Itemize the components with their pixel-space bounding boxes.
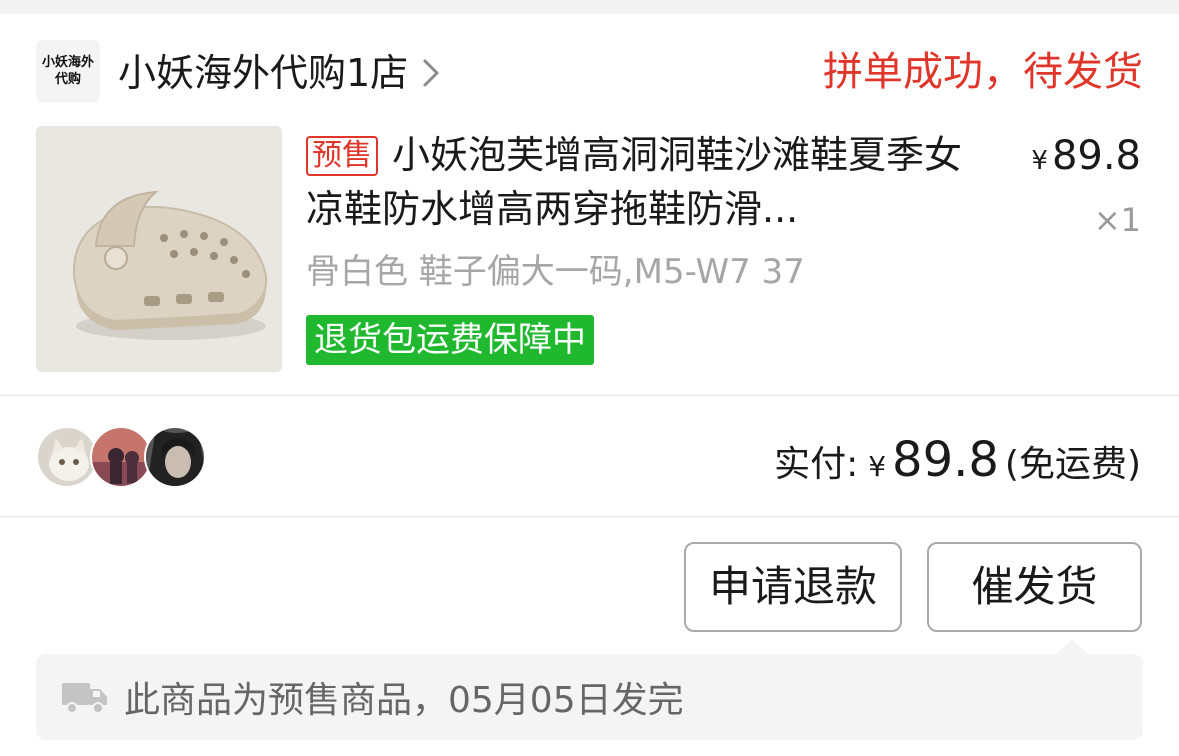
clog-shoe-icon [36, 126, 282, 372]
shop-link[interactable]: 小妖海外代购1店 [118, 50, 440, 96]
chevron-right-icon [423, 59, 439, 87]
price-value: 89.8 [1051, 133, 1141, 179]
silhouette-avatar-icon [92, 428, 150, 486]
avatar [36, 426, 98, 488]
product-title[interactable]: 预售 小妖泡芙增高洞洞鞋沙滩鞋夏季女凉鞋防水增高两穿拖鞋防滑... [306, 128, 986, 236]
order-status: 拼单成功，待发货 [823, 49, 1143, 95]
price-currency: ¥ [1031, 146, 1048, 176]
urge-shipping-button[interactable]: 催发货 [927, 542, 1142, 632]
divider [0, 516, 1179, 517]
group-buyer-avatars[interactable] [36, 426, 206, 488]
order-card: 小妖海外代购 小妖海外代购1店 拼单成功，待发货 预售 小妖泡芙增高洞洞鞋沙滩鞋… [0, 14, 1179, 756]
paid-currency: ¥ [868, 450, 887, 483]
avatar [90, 426, 152, 488]
avatar [144, 426, 206, 488]
paid-label: 实付: [774, 444, 859, 485]
product-image[interactable] [36, 126, 282, 372]
notice-text: 此商品为预售商品，05月05日发完 [124, 680, 684, 721]
request-refund-button[interactable]: 申请退款 [684, 542, 902, 632]
divider [0, 395, 1179, 396]
cat-avatar-icon [38, 428, 96, 486]
product-price: ¥89.8 [1031, 132, 1141, 185]
presale-notice: 此商品为预售商品，05月05日发完 [36, 640, 1143, 740]
shop-logo[interactable]: 小妖海外代购 [36, 40, 100, 102]
product-title-text: 小妖泡芙增高洞洞鞋沙滩鞋夏季女凉鞋防水增高两穿拖鞋防滑... [306, 133, 963, 231]
person-avatar-icon [146, 428, 204, 486]
paid-amount: 89.8 [892, 432, 999, 488]
shop-logo-text: 小妖海外代购 [42, 55, 95, 87]
truck-icon [62, 683, 107, 714]
paid-amount-row: 实付: ¥ 89.8 (免运费) [774, 432, 1141, 488]
presale-tag: 预售 [306, 136, 378, 176]
return-shipping-badge: 退货包运费保障中 [306, 315, 594, 365]
product-sku: 骨白色 鞋子偏大一码,M5-W7 37 [306, 252, 805, 292]
shipping-note: (免运费) [1004, 444, 1141, 485]
product-quantity: ×1 [1093, 201, 1141, 239]
notice-pointer [1056, 640, 1088, 654]
shop-name: 小妖海外代购1店 [118, 51, 409, 95]
